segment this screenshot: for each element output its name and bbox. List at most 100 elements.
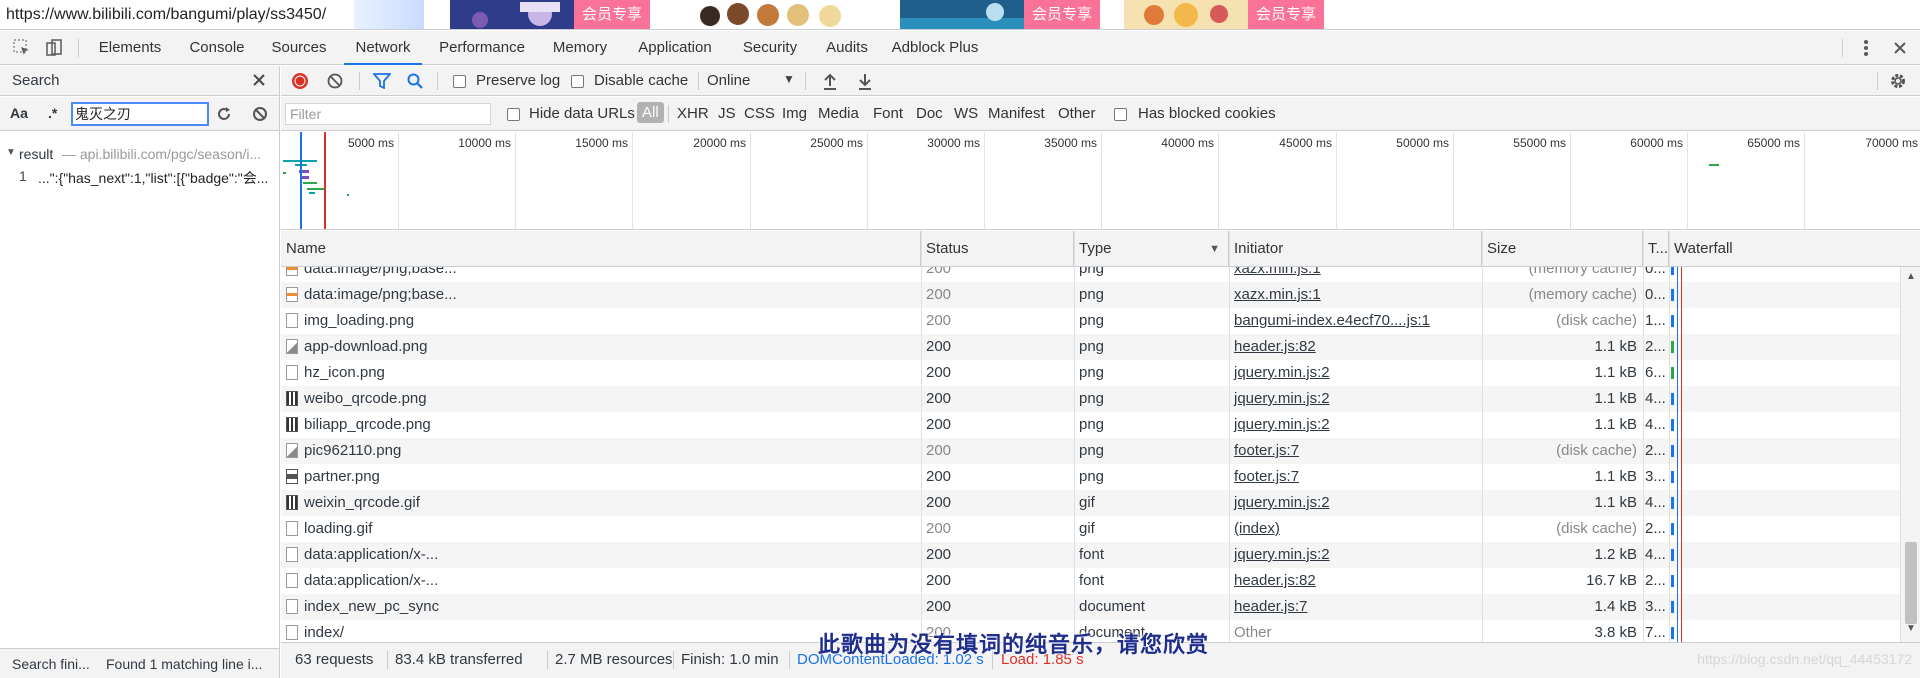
- table-row[interactable]: weibo_qrcode.png 200 png jquery.min.js:2 1.1…: [281, 386, 1920, 412]
- hide-data-urls-checkbox[interactable]: [507, 105, 520, 121]
- filter-type-other[interactable]: Other: [1058, 105, 1096, 122]
- request-name[interactable]: index_new_pc_sync: [281, 594, 921, 620]
- tab-adblock-plus[interactable]: Adblock Plus: [886, 31, 984, 65]
- vip-banner-4[interactable]: 会员专享: [1124, 0, 1324, 29]
- tab-sources[interactable]: Sources: [266, 31, 332, 65]
- export-har-icon[interactable]: [857, 72, 873, 93]
- preserve-log-checkbox[interactable]: [453, 72, 466, 88]
- table-row[interactable]: data:application/x-... 200 font header.js:8…: [281, 568, 1920, 594]
- clear-search-icon[interactable]: [252, 106, 268, 125]
- close-devtools-icon[interactable]: [1886, 31, 1914, 65]
- filter-type-js[interactable]: JS: [718, 105, 736, 122]
- scroll-up-icon[interactable]: ▲: [1906, 271, 1916, 282]
- table-scrollbar[interactable]: ▲ ▼: [1900, 267, 1920, 642]
- filter-type-manifest[interactable]: Manifest: [988, 105, 1045, 122]
- tab-memory[interactable]: Memory: [542, 31, 618, 65]
- device-toolbar-icon[interactable]: [40, 31, 68, 65]
- request-initiator[interactable]: footer.js:7: [1229, 464, 1482, 490]
- column-header-waterfall[interactable]: Waterfall: [1669, 231, 1920, 267]
- table-row[interactable]: partner.png 200 png footer.js:7 1.1 kB 3...: [281, 464, 1920, 490]
- filter-type-ws[interactable]: WS: [954, 105, 978, 122]
- request-initiator[interactable]: footer.js:7: [1229, 438, 1482, 464]
- inspect-element-icon[interactable]: [8, 31, 36, 65]
- request-initiator[interactable]: xazx.min.js:1: [1229, 282, 1482, 308]
- close-search-icon[interactable]: [252, 73, 266, 90]
- request-name[interactable]: weibo_qrcode.png: [281, 386, 921, 412]
- regex-toggle[interactable]: .*: [48, 105, 57, 121]
- request-name[interactable]: weixin_qrcode.gif: [281, 490, 921, 516]
- tab-performance[interactable]: Performance: [434, 31, 530, 65]
- request-name[interactable]: data:image/png;base...: [281, 282, 921, 308]
- table-row[interactable]: biliapp_qrcode.png 200 png jquery.min.js:2 1…: [281, 412, 1920, 438]
- request-name[interactable]: data:application/x-...: [281, 542, 921, 568]
- request-name[interactable]: partner.png: [281, 464, 921, 490]
- table-row[interactable]: img_loading.png 200 png bangumi-index.e4ecf…: [281, 308, 1920, 334]
- request-name[interactable]: biliapp_qrcode.png: [281, 412, 921, 438]
- table-row[interactable]: data:application/x-... 200 font jquery.min.…: [281, 542, 1920, 568]
- request-initiator[interactable]: bangumi-index.e4ecf70....js:1: [1229, 308, 1482, 334]
- table-row[interactable]: pic962110.png 200 png footer.js:7 (disk cach…: [281, 438, 1920, 464]
- table-row[interactable]: loading.gif 200 gif (index) (disk cache) 2...: [281, 516, 1920, 542]
- request-initiator[interactable]: jquery.min.js:2: [1229, 386, 1482, 412]
- settings-gear-icon[interactable]: [1889, 72, 1907, 93]
- vip-banner-3[interactable]: 会员专享: [900, 0, 1100, 29]
- table-row[interactable]: index_new_pc_sync 200 document header.js:7 1…: [281, 594, 1920, 620]
- request-initiator[interactable]: header.js:7: [1229, 594, 1482, 620]
- refresh-search-icon[interactable]: [216, 106, 232, 125]
- table-row[interactable]: weixin_qrcode.gif 200 gif jquery.min.js:2 1.…: [281, 490, 1920, 516]
- throttling-select[interactable]: Online: [707, 72, 750, 89]
- table-row[interactable]: data:image/png;base... 200 png xazx.min.js:…: [281, 282, 1920, 308]
- request-initiator[interactable]: header.js:82: [1229, 568, 1482, 594]
- tab-network[interactable]: Network: [344, 31, 422, 65]
- request-name[interactable]: img_loading.png: [281, 308, 921, 334]
- table-row[interactable]: data:image/png;base... 200 png xazx.min.js:…: [281, 267, 1920, 282]
- disable-cache-checkbox[interactable]: [571, 72, 584, 88]
- tab-security[interactable]: Security: [732, 31, 808, 65]
- filter-icon[interactable]: [372, 73, 392, 92]
- url-text[interactable]: https://www.bilibili.com/bangumi/play/ss…: [0, 0, 354, 29]
- request-name[interactable]: data:image/png;base...: [281, 267, 921, 282]
- search-input[interactable]: 鬼灭之刃: [71, 102, 209, 126]
- clear-icon[interactable]: [327, 73, 343, 92]
- has-blocked-cookies-checkbox[interactable]: [1114, 105, 1127, 121]
- vip-banner-2[interactable]: [690, 0, 860, 29]
- record-icon[interactable]: [291, 72, 309, 93]
- filter-type-font[interactable]: Font: [873, 105, 903, 122]
- request-name[interactable]: loading.gif: [281, 516, 921, 542]
- request-name[interactable]: data:application/x-...: [281, 568, 921, 594]
- filter-type-all[interactable]: All: [637, 102, 664, 123]
- request-initiator[interactable]: header.js:82: [1229, 334, 1482, 360]
- vip-banner-1[interactable]: 会员专享: [450, 0, 650, 29]
- table-row[interactable]: app-download.png 200 png header.js:82 1.1 kB…: [281, 334, 1920, 360]
- request-name[interactable]: hz_icon.png: [281, 360, 921, 386]
- search-result-line[interactable]: 1 ...":{"has_next":1,"list":[{"badge":"会…: [0, 166, 279, 188]
- request-initiator[interactable]: jquery.min.js:2: [1229, 360, 1482, 386]
- column-header-size[interactable]: Size: [1482, 231, 1643, 267]
- column-header-name[interactable]: Name: [281, 231, 921, 267]
- import-har-icon[interactable]: [822, 72, 838, 93]
- request-initiator[interactable]: jquery.min.js:2: [1229, 490, 1482, 516]
- tab-elements[interactable]: Elements: [92, 31, 168, 65]
- column-header-time[interactable]: T...: [1643, 231, 1669, 267]
- overview-timeline[interactable]: 5000 ms 10000 ms 15000 ms 20000 ms 25000 ms 3…: [281, 132, 1920, 230]
- filter-type-img[interactable]: Img: [782, 105, 807, 122]
- scrollbar-thumb[interactable]: [1905, 542, 1917, 624]
- throttling-dropdown-icon[interactable]: ▼: [783, 72, 795, 86]
- column-header-status[interactable]: Status: [921, 231, 1074, 267]
- filter-type-media[interactable]: Media: [818, 105, 859, 122]
- request-name[interactable]: app-download.png: [281, 334, 921, 360]
- request-initiator[interactable]: (index): [1229, 516, 1482, 542]
- search-result-file[interactable]: ▼ result — api.bilibili.com/pgc/season/i…: [0, 144, 279, 166]
- filter-type-css[interactable]: CSS: [744, 105, 775, 122]
- filter-type-doc[interactable]: Doc: [916, 105, 943, 122]
- tab-console[interactable]: Console: [180, 31, 254, 65]
- tab-application[interactable]: Application: [630, 31, 720, 65]
- match-case-toggle[interactable]: Aa: [10, 105, 28, 121]
- column-header-type[interactable]: Type ▼: [1074, 231, 1229, 267]
- filter-input[interactable]: Filter: [285, 103, 491, 125]
- tab-audits[interactable]: Audits: [820, 31, 874, 65]
- table-row[interactable]: hz_icon.png 200 png jquery.min.js:2 1.1 kB 6.…: [281, 360, 1920, 386]
- search-icon[interactable]: [407, 73, 423, 92]
- request-name[interactable]: pic962110.png: [281, 438, 921, 464]
- request-initiator[interactable]: xazx.min.js:1: [1229, 267, 1482, 282]
